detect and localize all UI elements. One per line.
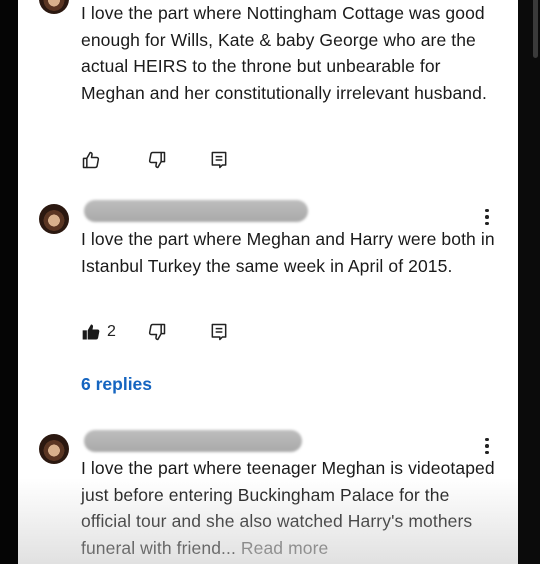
- reply-button[interactable]: [209, 320, 229, 344]
- avatar[interactable]: [39, 0, 69, 14]
- screen-left-edge: [0, 0, 18, 564]
- comment-text: I love the part where Nottingham Cottage…: [81, 3, 487, 103]
- reply-button[interactable]: [209, 148, 229, 172]
- like-count: 2: [107, 323, 116, 340]
- like-button[interactable]: [81, 148, 101, 172]
- thumbs-down-icon: [148, 151, 166, 169]
- read-more-link[interactable]: Read more: [241, 538, 328, 558]
- redacted-username: [84, 200, 308, 222]
- thumbs-up-filled-icon: [82, 324, 100, 340]
- scrollbar[interactable]: [533, 0, 538, 58]
- like-button[interactable]: 2: [81, 320, 116, 344]
- redacted-username: [84, 430, 302, 452]
- comment-text: I love the part where Meghan and Harry w…: [81, 229, 495, 276]
- dislike-button[interactable]: [147, 320, 167, 344]
- comments-panel: I love the part where Nottingham Cottage…: [18, 0, 518, 564]
- dislike-button[interactable]: [147, 148, 167, 172]
- more-vertical-icon: [485, 208, 489, 213]
- avatar[interactable]: [39, 204, 69, 234]
- reply-icon: [211, 151, 227, 169]
- thumbs-down-icon: [148, 323, 166, 341]
- screen-right-edge: [518, 0, 540, 564]
- view-replies-link[interactable]: 6 replies: [81, 374, 152, 395]
- comment-text: I love the part where teenager Meghan is…: [81, 455, 501, 561]
- thumbs-up-icon: [82, 151, 100, 169]
- avatar[interactable]: [39, 434, 69, 464]
- reply-icon: [211, 323, 227, 341]
- more-vertical-icon: [485, 437, 489, 442]
